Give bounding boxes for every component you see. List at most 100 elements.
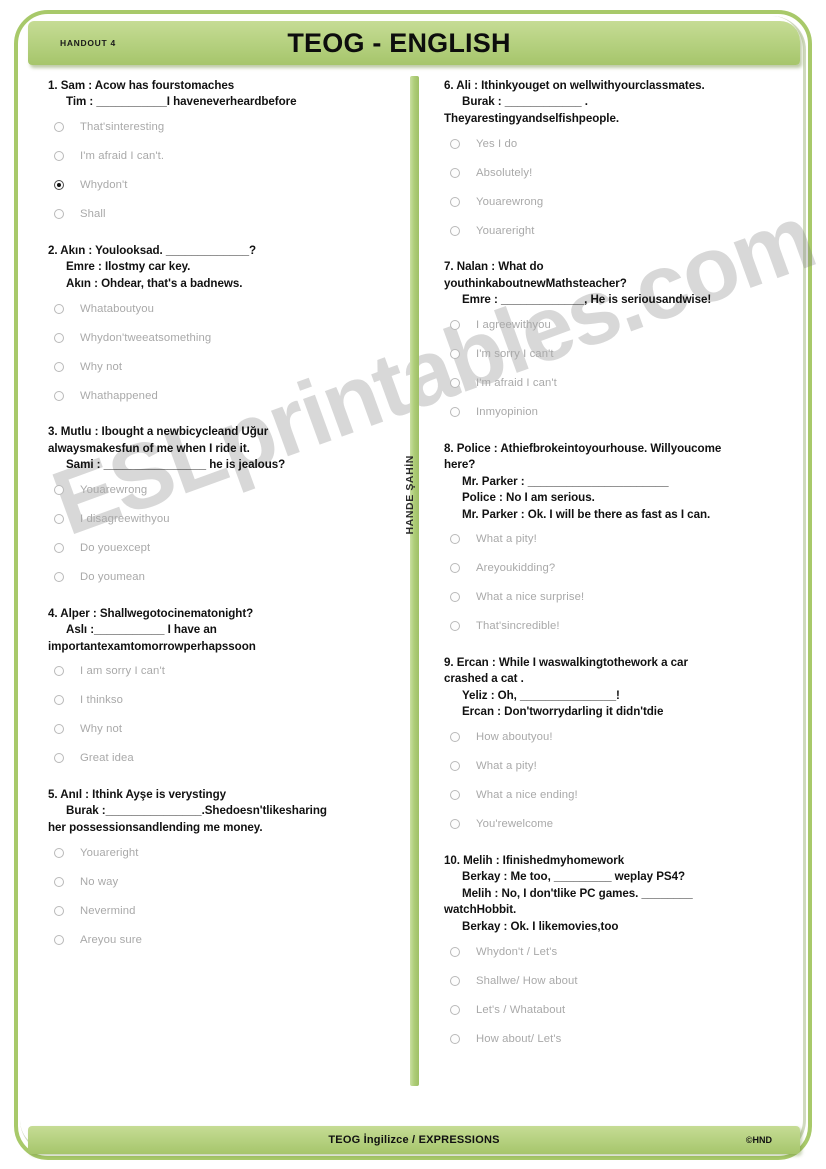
option-row[interactable]: Areyoukidding?: [444, 554, 799, 583]
option-row[interactable]: Whydon't: [48, 171, 403, 200]
radio-button-icon[interactable]: [54, 543, 64, 554]
radio-button-icon[interactable]: [450, 621, 460, 632]
radio-button-icon[interactable]: [450, 592, 460, 603]
option-row[interactable]: Youarewrong: [48, 476, 403, 505]
option-row[interactable]: Whataboutyou: [48, 294, 403, 323]
radio-button-icon[interactable]: [54, 695, 64, 706]
radio-button-icon[interactable]: [54, 303, 64, 314]
questions-column-left: 1. Sam : Acow has fourstomaches Tim : ___…: [48, 78, 403, 968]
radio-button-icon[interactable]: [450, 534, 460, 545]
option-label: How about/ Let's: [476, 1032, 562, 1045]
radio-button-icon[interactable]: [450, 1004, 460, 1015]
radio-button-icon[interactable]: [54, 209, 64, 220]
option-label: Whydon't: [80, 179, 128, 192]
option-label: Why not: [80, 360, 123, 373]
question-line: 5. Anıl : Ithink Ayşe is verystingy: [48, 787, 227, 801]
radio-button-icon[interactable]: [450, 138, 460, 149]
radio-button-icon[interactable]: [450, 407, 460, 418]
option-row[interactable]: Shall: [48, 200, 403, 229]
option-label: How aboutyou!: [476, 731, 553, 744]
radio-button-icon[interactable]: [450, 819, 460, 830]
radio-button-icon[interactable]: [450, 975, 460, 986]
option-row[interactable]: I am sorry I can't: [48, 657, 403, 686]
radio-button-icon[interactable]: [54, 876, 64, 887]
radio-button-icon[interactable]: [450, 167, 460, 178]
option-row[interactable]: That'sincredible!: [444, 612, 799, 641]
option-row[interactable]: Whydon't / Let's: [444, 937, 799, 966]
option-row[interactable]: Why not: [48, 352, 403, 381]
option-row[interactable]: That'sinteresting: [48, 113, 403, 142]
option-row[interactable]: What a nice surprise!: [444, 583, 799, 612]
option-row[interactable]: Do youexcept: [48, 534, 403, 563]
option-row[interactable]: How aboutyou!: [444, 723, 799, 752]
option-row[interactable]: I agreewithyou: [444, 311, 799, 340]
option-row[interactable]: Whathappened: [48, 381, 403, 410]
radio-button-icon[interactable]: [450, 225, 460, 236]
radio-button-icon[interactable]: [54, 332, 64, 343]
option-row[interactable]: Areyou sure: [48, 925, 403, 954]
option-row[interactable]: Youareright: [444, 216, 799, 245]
question-prompt: 2. Akın : Youlooksad. _____________? Emre…: [48, 243, 403, 292]
option-row[interactable]: Let's / Whatabout: [444, 995, 799, 1024]
question-line: importantexamtomorrowperhapssoon: [48, 639, 256, 653]
radio-button-icon[interactable]: [54, 514, 64, 525]
option-row[interactable]: Great idea: [48, 744, 403, 773]
radio-button-icon[interactable]: [54, 361, 64, 372]
option-row[interactable]: Whydon'tweeatsomething: [48, 323, 403, 352]
question-prompt: 3. Mutlu : Ibought a newbicycleand Uğur a…: [48, 424, 403, 473]
radio-button-icon[interactable]: [54, 905, 64, 916]
question-line: Berkay : Ok. I likemovies,too: [462, 919, 619, 933]
option-row[interactable]: Nevermind: [48, 896, 403, 925]
radio-button-icon[interactable]: [450, 196, 460, 207]
radio-button-icon[interactable]: [450, 1033, 460, 1044]
radio-button-icon[interactable]: [450, 946, 460, 957]
radio-button-icon[interactable]: [450, 761, 460, 772]
radio-button-icon[interactable]: [54, 151, 64, 162]
footer-title: TEOG İngilizce / EXPRESSIONS: [328, 1134, 500, 1146]
option-row[interactable]: Inmyopinion: [444, 398, 799, 427]
radio-button-icon[interactable]: [54, 847, 64, 858]
option-label: Areyou sure: [80, 933, 143, 946]
option-row[interactable]: No way: [48, 867, 403, 896]
option-row[interactable]: I'm afraid I can't.: [48, 142, 403, 171]
option-row[interactable]: I thinkso: [48, 686, 403, 715]
option-row[interactable]: Yes I do: [444, 129, 799, 158]
option-row[interactable]: How about/ Let's: [444, 1024, 799, 1053]
option-row[interactable]: I disagreewithyou: [48, 505, 403, 534]
question-8: 8. Police : Athiefbrokeintoyourhouse. Wi…: [444, 441, 799, 641]
radio-button-icon[interactable]: [54, 485, 64, 496]
radio-button-icon[interactable]: [54, 122, 64, 133]
radio-button-icon[interactable]: [54, 390, 64, 401]
option-row[interactable]: Youarewrong: [444, 187, 799, 216]
option-label: Let's / Whatabout: [476, 1003, 566, 1016]
question-line: Tim : ___________I haveneverheardbefore: [66, 95, 297, 109]
radio-button-icon[interactable]: [54, 753, 64, 764]
radio-button-icon[interactable]: [450, 732, 460, 743]
radio-button-icon[interactable]: [450, 378, 460, 389]
option-row[interactable]: I'm afraid I can't: [444, 369, 799, 398]
radio-button-selected-icon[interactable]: [54, 180, 64, 191]
option-row[interactable]: Why not: [48, 715, 403, 744]
radio-button-icon[interactable]: [450, 349, 460, 360]
radio-button-icon[interactable]: [54, 666, 64, 677]
radio-button-icon[interactable]: [54, 572, 64, 583]
radio-button-icon[interactable]: [54, 934, 64, 945]
question-line: crashed a cat .: [444, 672, 524, 686]
option-label: Why not: [80, 723, 123, 736]
radio-button-icon[interactable]: [54, 724, 64, 735]
option-row[interactable]: What a nice ending!: [444, 781, 799, 810]
option-row[interactable]: What a pity!: [444, 752, 799, 781]
page-title: TEOG - ENGLISH: [287, 27, 511, 58]
option-row[interactable]: What a pity!: [444, 525, 799, 554]
option-row[interactable]: You'rewelcome: [444, 810, 799, 839]
option-row[interactable]: I'm sorry I can't: [444, 340, 799, 369]
option-row[interactable]: Do youmean: [48, 563, 403, 592]
option-row[interactable]: Youareright: [48, 838, 403, 867]
radio-button-icon[interactable]: [450, 320, 460, 331]
radio-button-icon[interactable]: [450, 790, 460, 801]
radio-button-icon[interactable]: [450, 563, 460, 574]
option-row[interactable]: Absolutely!: [444, 158, 799, 187]
option-label: Youarewrong: [476, 195, 544, 208]
question-line: 10. Melih : Ifinishedmyhomework: [444, 853, 625, 867]
option-row[interactable]: Shallwe/ How about: [444, 966, 799, 995]
